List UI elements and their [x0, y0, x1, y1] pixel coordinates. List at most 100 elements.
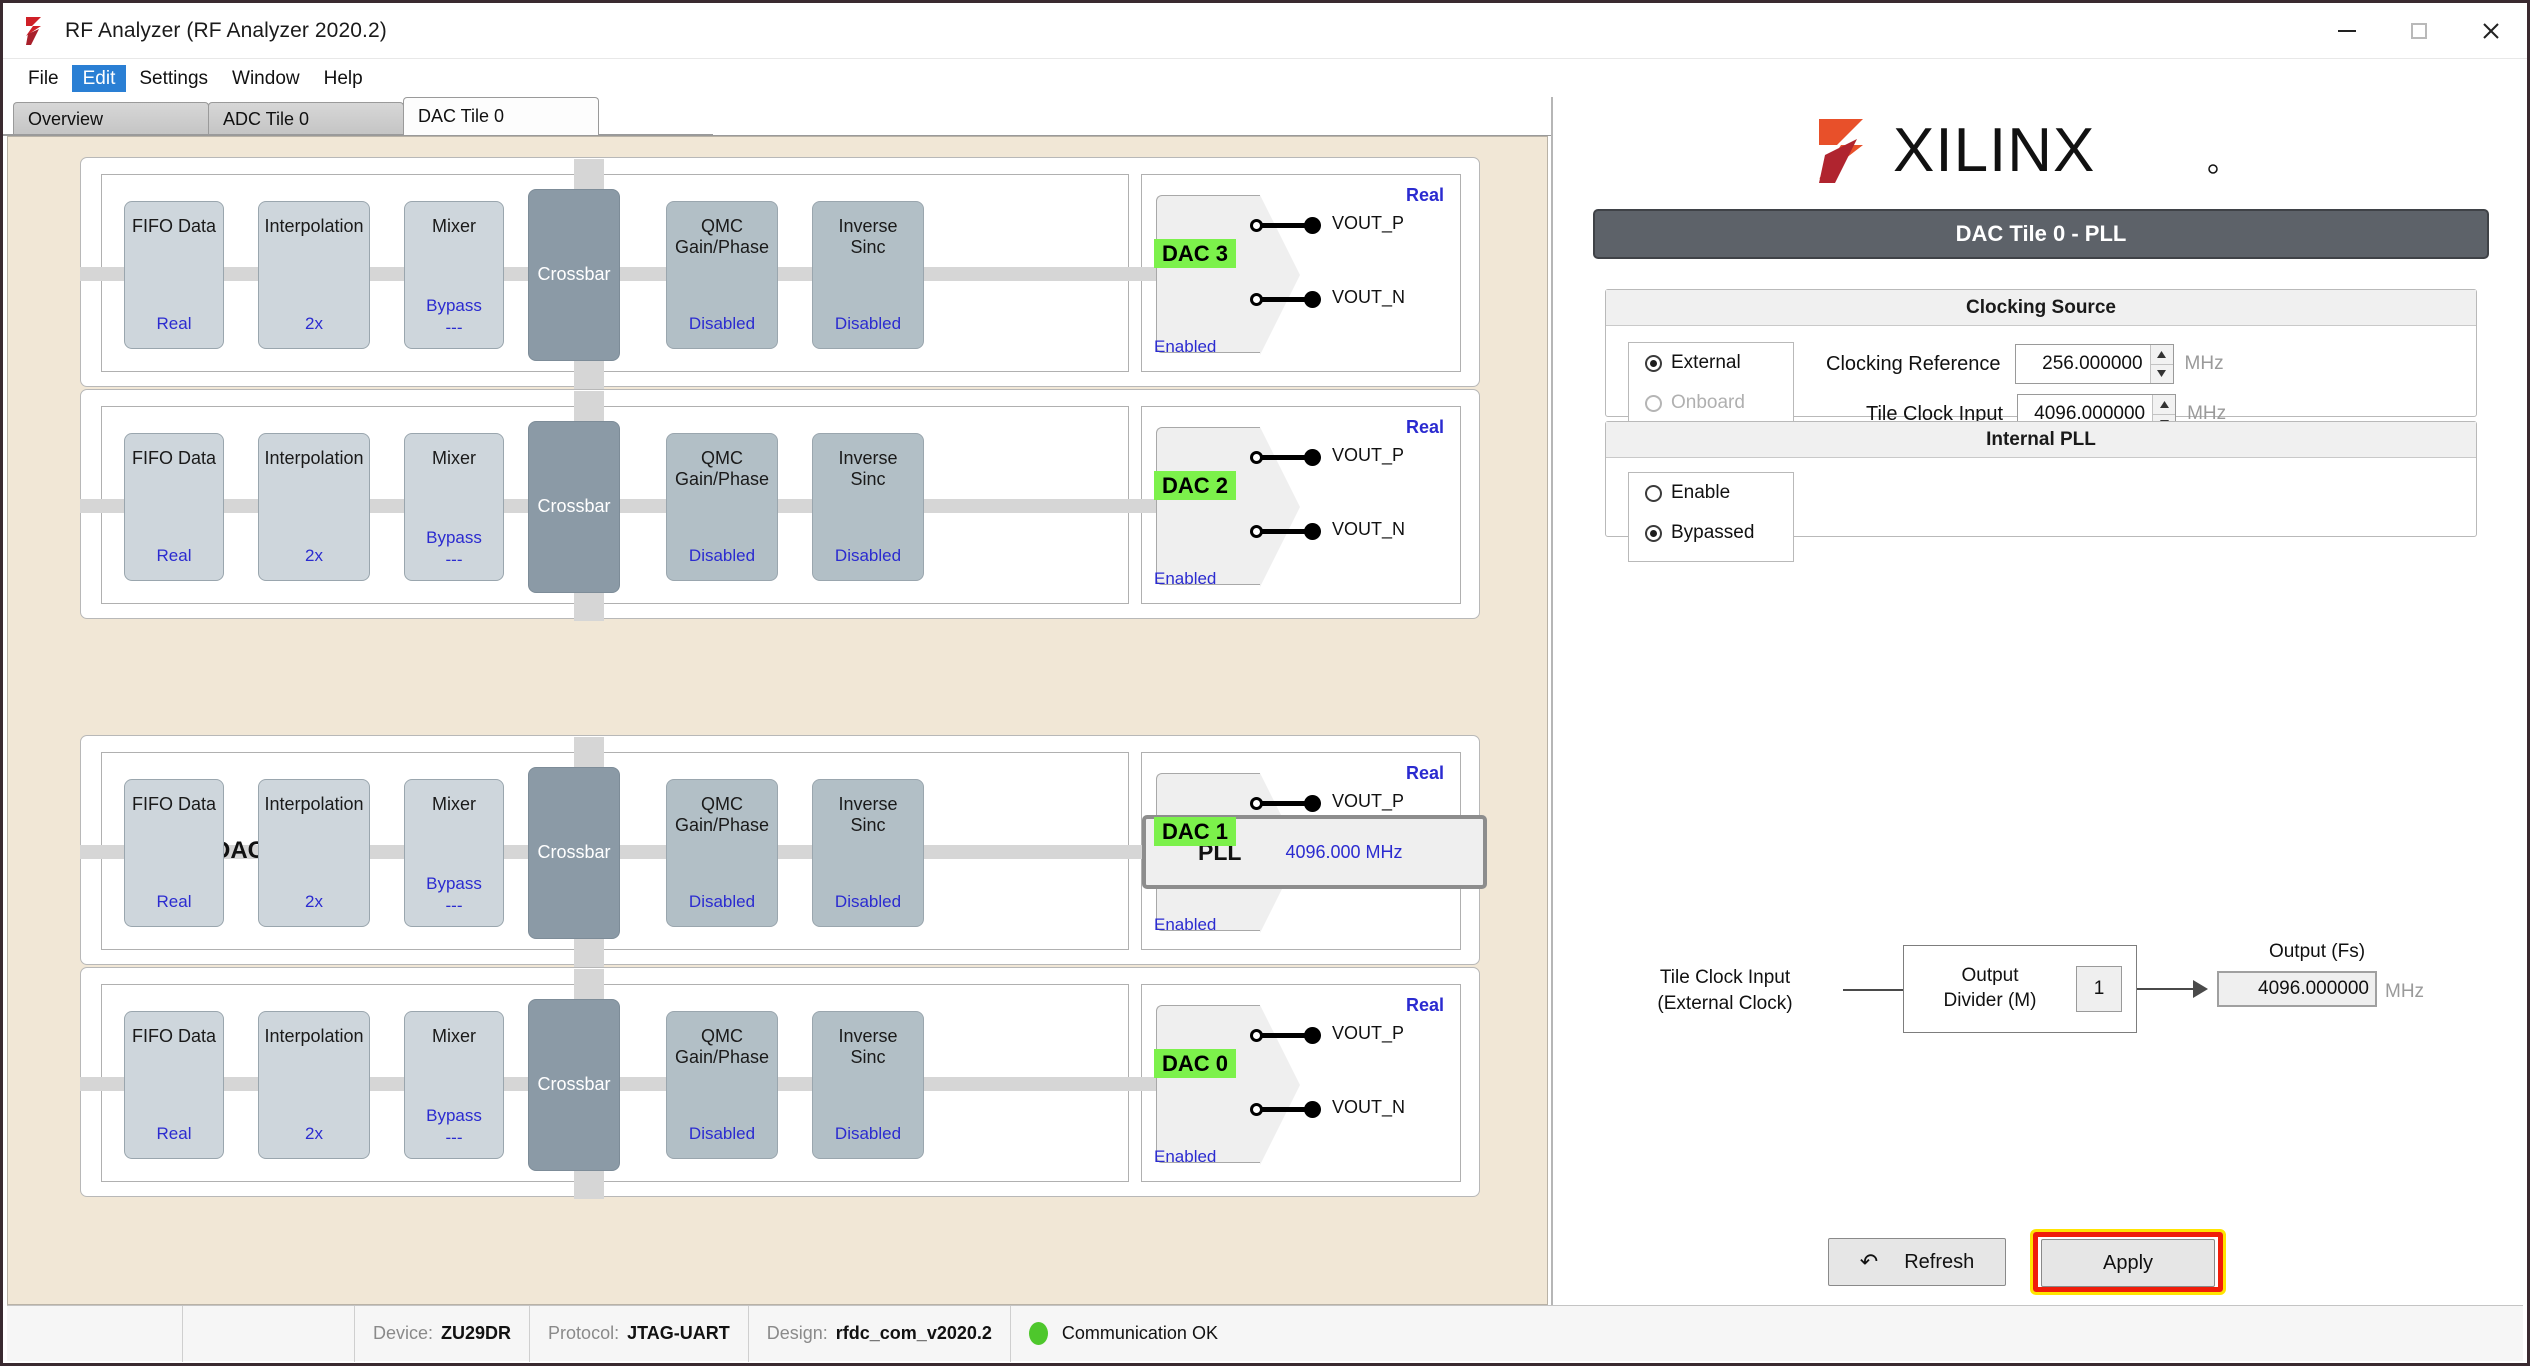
apply-button[interactable]: Apply [2041, 1239, 2215, 1287]
block-qmc-value: Disabled [688, 313, 756, 333]
block-inverse-sinc[interactable]: Inverse Sinc Disabled [812, 1011, 924, 1159]
dac-state-label: Enabled [1154, 915, 1217, 934]
clocking-source-title: Clocking Source [1606, 290, 2476, 326]
vout-n-filled-terminal-icon [1304, 291, 1321, 308]
vout-p-filled-terminal-icon [1304, 217, 1321, 234]
dac-name-badge: DAC 3 [1154, 239, 1237, 269]
clocking-reference-label: Clocking Reference [1826, 352, 2001, 375]
block-interpolation-value: 2x [305, 891, 323, 911]
dac-mode-label: Real [1405, 995, 1444, 1015]
apply-button-label: Apply [2102, 1251, 2154, 1274]
tab-overview[interactable]: Overview [13, 102, 209, 135]
divider-m-value[interactable]: 1 [2076, 966, 2122, 1012]
refresh-button[interactable]: ↶ Refresh [1828, 1238, 2006, 1286]
block-mixer-mode: Bypass [426, 1105, 482, 1125]
radio-external-label: External [1671, 352, 1741, 373]
status-communication: Communication OK [1011, 1306, 1236, 1362]
block-crossbar[interactable]: Crossbar [528, 421, 620, 593]
dac-chain-row: FIFO Data Real Interpolation 2x Mixer Bypass -… [80, 157, 1480, 389]
stepper-up-icon[interactable] [2153, 395, 2176, 415]
close-icon[interactable] [2455, 3, 2527, 59]
block-inverse-sinc[interactable]: Inverse Sinc Disabled [812, 201, 924, 349]
block-qmc-gain-phase[interactable]: QMC Gain/Phase Disabled [666, 779, 778, 927]
radio-external-indicator [1645, 354, 1662, 372]
panel-header-title: DAC Tile 0 - PLL [1593, 209, 2489, 259]
dac-converter-shape[interactable] [1156, 1005, 1300, 1165]
block-interpolation[interactable]: Interpolation 2x [258, 433, 370, 581]
dac-state-label: Enabled [1154, 569, 1217, 588]
divider-input-line1: Tile Clock Input [1659, 967, 1791, 988]
maximize-icon[interactable] [2383, 3, 2455, 59]
block-mixer[interactable]: Mixer Bypass --- [404, 433, 504, 581]
block-qmc-title: QMC Gain/Phase [674, 794, 770, 836]
dac-converter-shape[interactable] [1156, 427, 1300, 587]
block-inverse-sinc-title: Inverse Sinc [838, 448, 898, 490]
block-fifo-data[interactable]: FIFO Data Real [124, 1011, 224, 1159]
block-crossbar[interactable]: Crossbar [528, 999, 620, 1171]
menu-window[interactable]: Window [221, 65, 311, 92]
dac-state-label: Enabled [1154, 337, 1217, 356]
menu-file[interactable]: File [17, 65, 70, 92]
block-mixer-freq: --- [445, 549, 463, 569]
radio-external[interactable]: External [1629, 343, 1793, 383]
vout-n-wire [1262, 529, 1310, 534]
radio-pll-bypassed[interactable]: Bypassed [1629, 513, 1793, 553]
tab-filler [713, 106, 1551, 135]
vout-p-label: VOUT_P [1332, 213, 1405, 233]
window-title: RF Analyzer (RF Analyzer 2020.2) [65, 18, 387, 42]
block-inverse-sinc[interactable]: Inverse Sinc Disabled [812, 779, 924, 927]
title-bar: RF Analyzer (RF Analyzer 2020.2) [3, 3, 2527, 59]
status-device-key: Device: [373, 1323, 434, 1343]
block-interpolation-title: Interpolation [264, 216, 364, 236]
dac-converter-shape[interactable] [1156, 195, 1300, 355]
refresh-button-label: Refresh [1904, 1250, 1975, 1273]
block-inverse-sinc-value: Disabled [834, 1123, 902, 1143]
status-design-key: Design: [766, 1323, 828, 1343]
radio-onboard-indicator [1645, 394, 1662, 412]
vout-p-label: VOUT_P [1332, 445, 1405, 465]
block-mixer[interactable]: Mixer Bypass --- [404, 201, 504, 349]
refresh-icon: ↶ [1859, 1249, 1879, 1274]
block-inverse-sinc[interactable]: Inverse Sinc Disabled [812, 433, 924, 581]
radio-pll-bypassed-indicator [1645, 524, 1662, 542]
clocking-reference-unit: MHz [2184, 353, 2224, 374]
radio-onboard[interactable]: Onboard [1629, 383, 1793, 423]
block-interpolation[interactable]: Interpolation 2x [258, 201, 370, 349]
window-controls [2311, 3, 2527, 59]
block-mixer-title: Mixer [432, 1026, 476, 1046]
radio-pll-enable-label: Enable [1671, 482, 1731, 503]
divider-output-wire [2137, 988, 2195, 990]
minimize-icon[interactable] [2311, 3, 2383, 59]
block-crossbar-title: Crossbar [537, 264, 611, 285]
dac-state-label: Enabled [1154, 1147, 1217, 1166]
block-crossbar[interactable]: Crossbar [528, 189, 620, 361]
block-mixer[interactable]: Mixer Bypass --- [404, 779, 504, 927]
menu-help[interactable]: Help [313, 65, 374, 92]
block-fifo-data[interactable]: FIFO Data Real [124, 201, 224, 349]
block-qmc-gain-phase[interactable]: QMC Gain/Phase Disabled [666, 433, 778, 581]
dac-mode-label: Real [1405, 763, 1444, 783]
block-fifo-data[interactable]: FIFO Data Real [124, 779, 224, 927]
block-fifo-title: FIFO Data [131, 216, 216, 236]
block-qmc-gain-phase[interactable]: QMC Gain/Phase Disabled [666, 201, 778, 349]
menu-settings[interactable]: Settings [128, 65, 219, 92]
menu-edit[interactable]: Edit [71, 64, 127, 92]
menu-bar: File Edit Settings Window Help [3, 59, 2527, 97]
block-interpolation[interactable]: Interpolation 2x [258, 779, 370, 927]
block-crossbar[interactable]: Crossbar [528, 767, 620, 939]
dac-output-box: Real DAC 0 Enabled VOUT_P VOUT_N [1128, 984, 1461, 1182]
block-mixer[interactable]: Mixer Bypass --- [404, 1011, 504, 1159]
dac-chain-row: FIFO Data Real Interpolation 2x Mixer Bypass -… [80, 389, 1480, 621]
stepper-down-icon[interactable] [2150, 364, 2173, 383]
divider-output-label: Output (Fs) [2268, 941, 2366, 962]
vout-p-label: VOUT_P [1332, 1023, 1405, 1043]
block-qmc-gain-phase[interactable]: QMC Gain/Phase Disabled [666, 1011, 778, 1159]
stepper-up-icon[interactable] [2150, 345, 2173, 365]
tab-dac-tile-0[interactable]: DAC Tile 0 [403, 97, 599, 135]
clocking-reference-input[interactable]: 256.000000 [2014, 344, 2174, 384]
radio-pll-enable[interactable]: Enable [1629, 473, 1793, 513]
clocking-reference-stepper[interactable] [2149, 345, 2173, 383]
tab-adc-tile-0[interactable]: ADC Tile 0 [208, 102, 404, 135]
block-interpolation[interactable]: Interpolation 2x [258, 1011, 370, 1159]
block-fifo-data[interactable]: FIFO Data Real [124, 433, 224, 581]
